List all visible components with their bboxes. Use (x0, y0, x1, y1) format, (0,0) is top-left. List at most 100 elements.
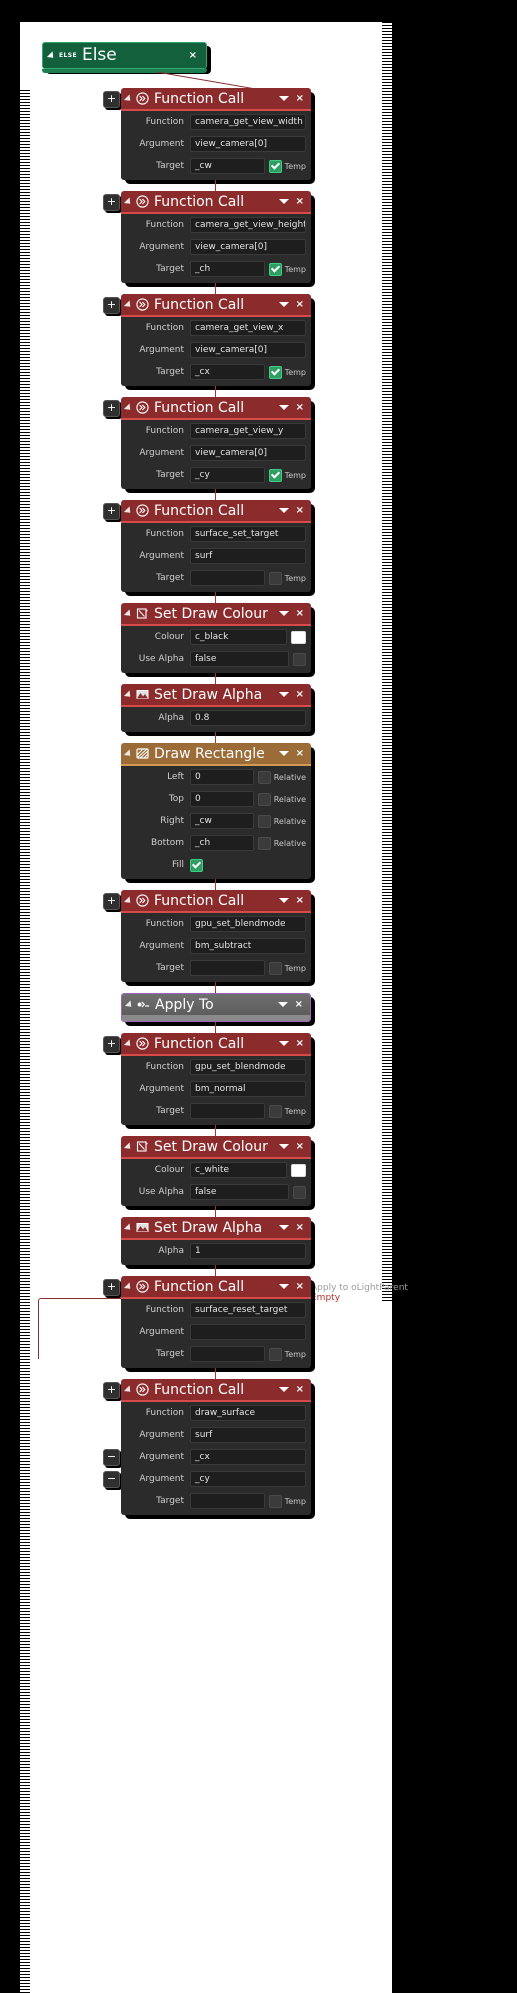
temp-toggle[interactable]: Temp (268, 159, 306, 173)
block-header[interactable]: Set Draw Colour × (121, 603, 311, 624)
colour-swatch[interactable] (291, 1163, 306, 1177)
action-block-fn-surface-set-target[interactable]: + Function Call × Function surface_set_targe… (103, 489, 315, 596)
temp-checkbox[interactable] (268, 961, 282, 975)
chevron-down-icon[interactable] (278, 1387, 289, 1392)
temp-checkbox[interactable] (268, 1494, 282, 1508)
relative-checkbox[interactable] (257, 770, 271, 784)
chevron-down-icon[interactable] (278, 751, 289, 756)
close-icon[interactable]: × (189, 50, 197, 61)
collapse-triangle-icon[interactable] (123, 402, 134, 413)
temp-toggle[interactable]: Temp (268, 571, 306, 585)
field-value[interactable]: false (190, 1184, 289, 1200)
add-argument-button[interactable]: + (103, 297, 120, 314)
field-value[interactable]: draw_surface (190, 1405, 306, 1421)
block-header[interactable]: Apply To × (122, 994, 310, 1015)
use-alpha-checkbox[interactable] (293, 1185, 306, 1199)
chevron-down-icon[interactable] (278, 96, 289, 101)
action-block-fn-surface-reset-target[interactable]: + Function Call × Function surface_reset_tar… (103, 1265, 315, 1372)
close-icon[interactable]: × (296, 608, 304, 619)
relative-toggle[interactable]: Relative (257, 814, 306, 828)
action-block-fn-camera-get-view-width[interactable]: + Function Call × Function camera_get_view_w… (103, 88, 315, 184)
chevron-down-icon[interactable] (278, 1225, 289, 1230)
block-header[interactable]: Function Call × (121, 88, 311, 109)
close-icon[interactable]: × (296, 689, 304, 700)
add-argument-button[interactable]: + (103, 1279, 120, 1296)
field-value[interactable]: _cx (190, 364, 265, 380)
collapse-triangle-icon[interactable] (123, 748, 134, 759)
block-header[interactable]: Function Call × (121, 1276, 311, 1297)
field-value[interactable]: _cx (190, 1449, 306, 1465)
collapse-triangle-icon[interactable] (123, 895, 134, 906)
close-icon[interactable]: × (295, 999, 303, 1010)
field-value[interactable]: bm_normal (190, 1081, 306, 1097)
action-block-fn-gpu-set-blendmode-subtract[interactable]: + Function Call × Function gpu_set_blendmode… (103, 879, 315, 986)
temp-checkbox[interactable] (268, 571, 282, 585)
action-block-set-draw-alpha-1[interactable]: Set Draw Alpha × Alpha 1 (121, 1206, 315, 1269)
collapse-triangle-icon[interactable] (123, 1222, 134, 1233)
temp-toggle[interactable]: Temp (268, 961, 306, 975)
left-scroll-hatching[interactable] (20, 90, 30, 1993)
relative-checkbox[interactable] (257, 836, 271, 850)
field-value[interactable] (190, 1346, 265, 1362)
colour-swatch-wrap[interactable] (291, 630, 306, 644)
chevron-down-icon[interactable] (278, 302, 289, 307)
field-value[interactable]: c_white (190, 1162, 287, 1178)
collapse-triangle-icon[interactable] (123, 1141, 134, 1152)
add-argument-button[interactable]: + (103, 1036, 120, 1053)
fill-checkbox[interactable] (190, 858, 203, 872)
add-argument-button[interactable]: + (103, 1382, 120, 1399)
relative-checkbox[interactable] (257, 792, 271, 806)
chevron-down-icon[interactable] (278, 405, 289, 410)
close-icon[interactable]: × (296, 748, 304, 759)
field-value[interactable]: _cw (190, 158, 265, 174)
block-header[interactable]: Function Call × (121, 191, 311, 212)
temp-toggle[interactable]: Temp (268, 1104, 306, 1118)
close-icon[interactable]: × (296, 402, 304, 413)
close-icon[interactable]: × (296, 1141, 304, 1152)
field-value[interactable]: camera_get_view_height (190, 217, 306, 233)
collapse-triangle-icon[interactable] (123, 1281, 134, 1292)
block-header[interactable]: Function Call × (121, 294, 311, 315)
chevron-down-icon[interactable] (278, 1284, 289, 1289)
field-value[interactable] (190, 960, 265, 976)
block-header[interactable]: Function Call × (121, 1379, 311, 1400)
field-value[interactable]: surf (190, 548, 306, 564)
temp-toggle[interactable]: Temp (268, 1347, 306, 1361)
field-value[interactable]: surf (190, 1427, 306, 1443)
collapse-triangle-icon[interactable] (123, 196, 134, 207)
temp-checkbox[interactable] (268, 262, 282, 276)
close-icon[interactable]: × (296, 1038, 304, 1049)
close-icon[interactable]: × (296, 93, 304, 104)
field-value[interactable]: view_camera[0] (190, 342, 306, 358)
action-block-set-draw-alpha-08[interactable]: Set Draw Alpha × Alpha 0.8 (121, 673, 315, 736)
close-icon[interactable]: × (296, 299, 304, 310)
field-value[interactable]: gpu_set_blendmode (190, 1059, 306, 1075)
field-value[interactable]: camera_get_view_width (190, 114, 306, 130)
chevron-down-icon[interactable] (277, 1002, 288, 1007)
field-value[interactable]: c_black (190, 629, 287, 645)
close-icon[interactable]: × (296, 1384, 304, 1395)
field-value[interactable]: _cy (190, 1471, 306, 1487)
field-value[interactable]: camera_get_view_x (190, 320, 306, 336)
field-value[interactable] (190, 570, 265, 586)
field-value[interactable]: gpu_set_blendmode (190, 916, 306, 932)
relative-toggle[interactable]: Relative (257, 792, 306, 806)
collapse-triangle-icon[interactable] (46, 50, 57, 61)
temp-toggle[interactable]: Temp (268, 262, 306, 276)
add-argument-button[interactable]: + (103, 893, 120, 910)
field-value[interactable] (190, 1324, 306, 1340)
temp-toggle[interactable]: Temp (268, 1494, 306, 1508)
field-value[interactable]: view_camera[0] (190, 445, 306, 461)
collapse-triangle-icon[interactable] (123, 608, 134, 619)
block-header[interactable]: Set Draw Alpha × (121, 684, 311, 705)
chevron-down-icon[interactable] (278, 692, 289, 697)
fill-checkbox-wrap[interactable] (190, 858, 306, 872)
collapse-triangle-icon[interactable] (123, 1038, 134, 1049)
use-alpha-toggle[interactable] (293, 652, 306, 666)
collapse-triangle-icon[interactable] (123, 689, 134, 700)
field-value[interactable]: bm_subtract (190, 938, 306, 954)
chevron-down-icon[interactable] (278, 898, 289, 903)
field-value[interactable]: 1 (190, 1243, 306, 1259)
chevron-down-icon[interactable] (278, 199, 289, 204)
block-header[interactable]: Function Call × (121, 500, 311, 521)
